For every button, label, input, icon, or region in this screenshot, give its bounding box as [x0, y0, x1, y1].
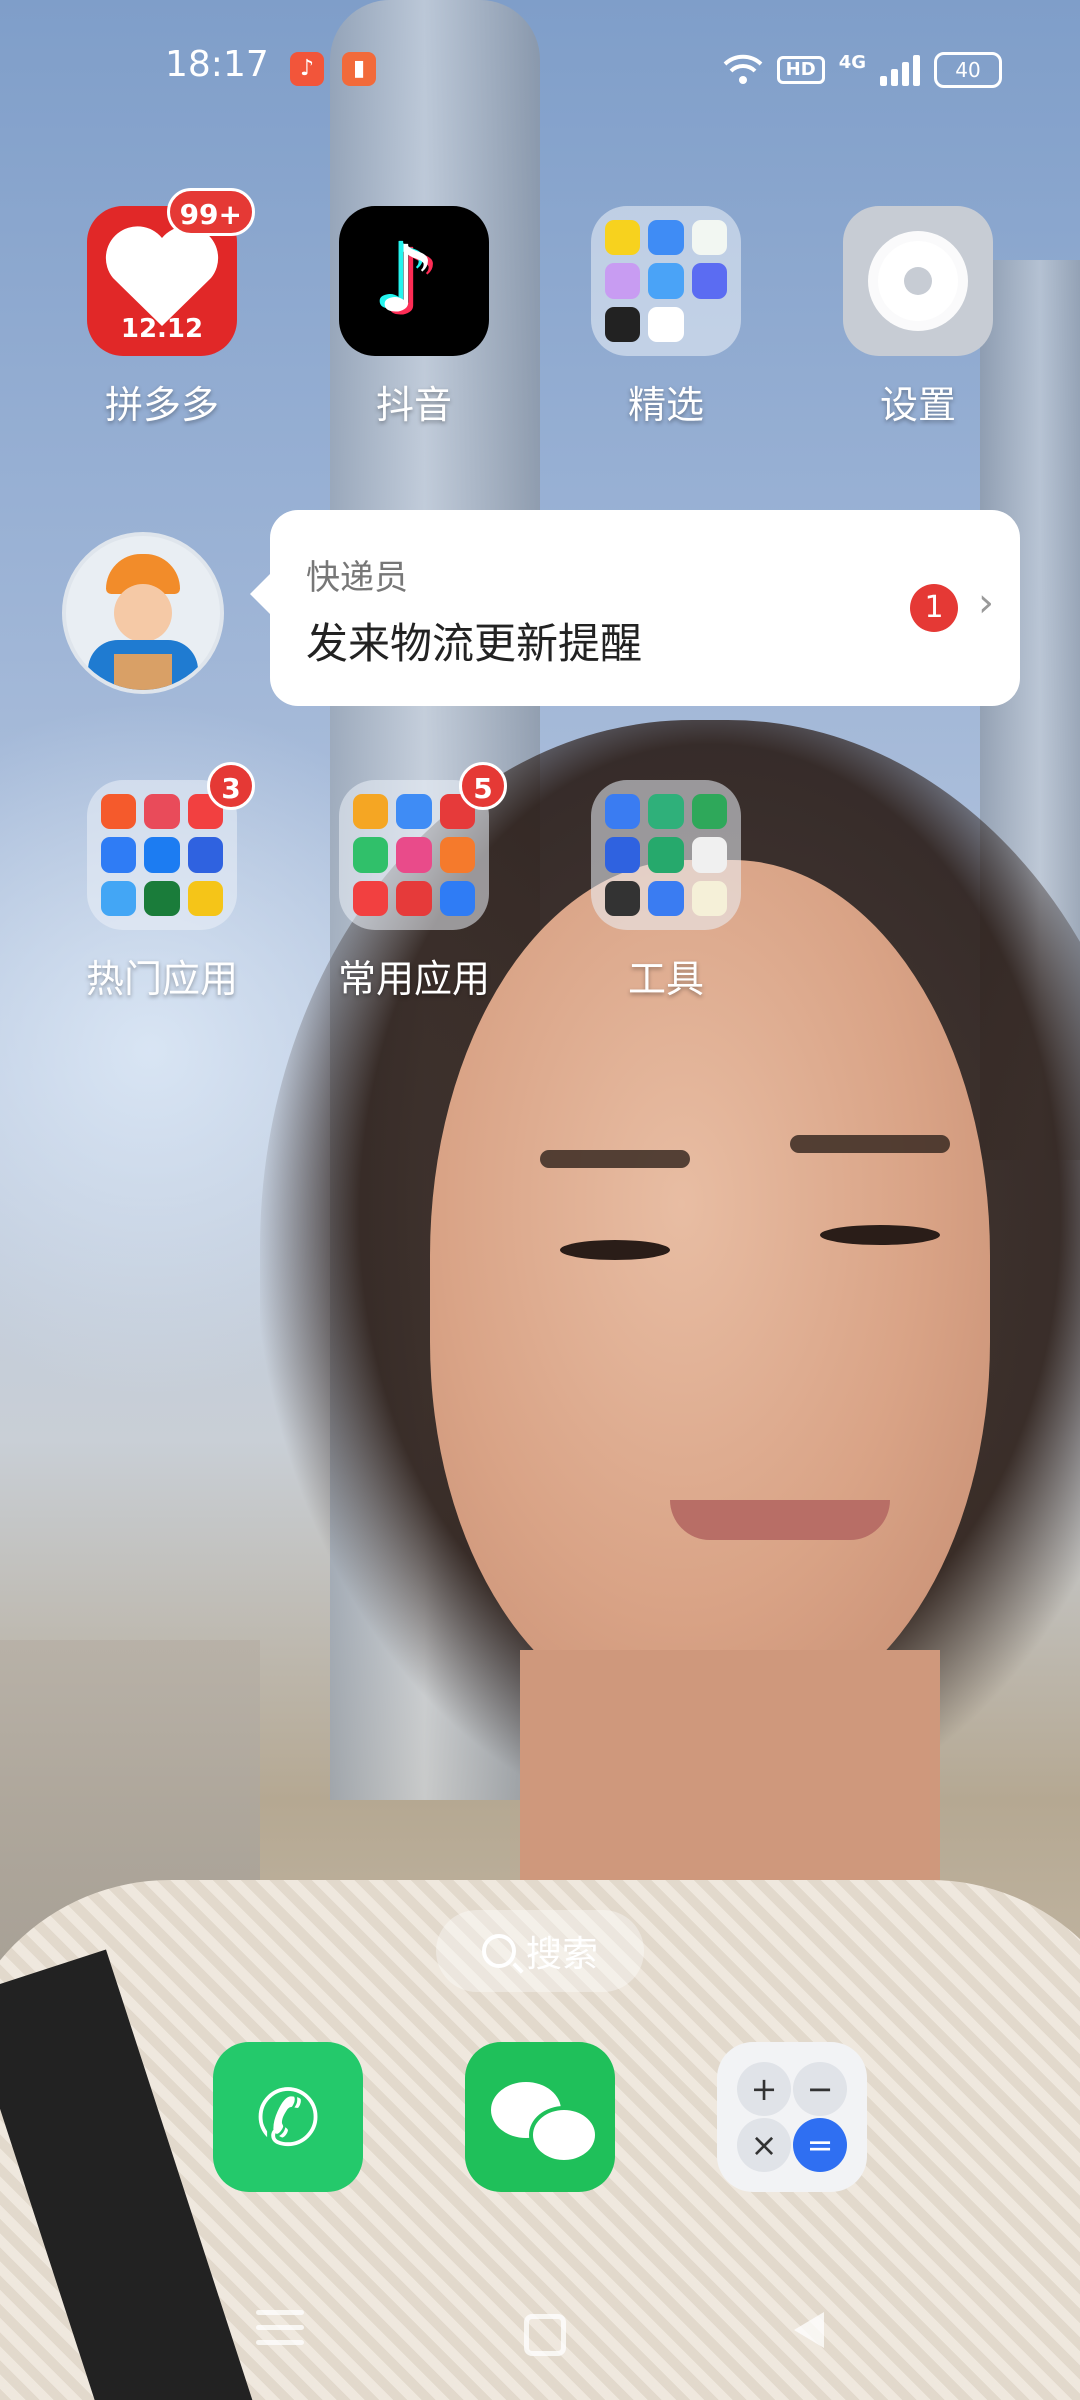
notification-badge: 99+ — [166, 188, 255, 236]
pinduoduo-promo-text: 12.12 — [120, 314, 204, 344]
gear-icon — [878, 241, 958, 321]
app-label: 常用应用 — [337, 957, 490, 1001]
app-pinduoduo[interactable]: 12.12 99+ 拼多多 — [52, 188, 272, 429]
app-label: 工具 — [627, 957, 704, 1001]
nav-back-button[interactable] — [778, 2300, 838, 2360]
app-settings[interactable]: 设置 — [808, 206, 1028, 429]
folder-common-apps[interactable]: 5 常用应用 — [304, 762, 524, 1003]
phone-icon: ✆ — [255, 2074, 321, 2164]
pinduoduo-icon: 12.12 99+ — [87, 188, 255, 356]
dock-wechat[interactable] — [465, 2042, 615, 2192]
folder-icon — [591, 780, 741, 930]
wallpaper-brow-right — [790, 1135, 950, 1153]
app-label: 拼多多 — [104, 383, 219, 427]
nav-home-button[interactable] — [510, 2300, 570, 2360]
wifi-icon — [723, 54, 763, 84]
notification-title: 快递员 — [306, 558, 408, 598]
notification-count-badge: 1 — [910, 584, 958, 632]
wallpaper-eye-right — [820, 1225, 940, 1245]
battery-indicator: 40 — [934, 52, 1002, 88]
app-label: 热门应用 — [85, 957, 238, 1001]
search-button[interactable]: 搜索 — [436, 1910, 644, 1992]
dock-calculator[interactable]: + − × = — [717, 2042, 867, 2192]
notification-message: 发来物流更新提醒 — [306, 619, 643, 668]
folder-icon — [591, 206, 741, 356]
notification-badge: 5 — [459, 762, 507, 810]
search-icon — [481, 1934, 516, 1968]
wallpaper-mouth — [670, 1500, 890, 1540]
folder-tools[interactable]: 工具 — [556, 780, 776, 1003]
folder-featured[interactable]: 精选 — [556, 206, 776, 429]
app-douyin[interactable]: ♪ 抖音 — [304, 206, 524, 429]
calc-key-equals: = — [793, 2118, 847, 2172]
book-notification-icon: ▮ — [342, 52, 376, 86]
wallpaper-brow-left — [540, 1150, 690, 1168]
signal-icon — [880, 54, 920, 86]
calc-key-minus: − — [793, 2062, 847, 2116]
notification-badge: 3 — [207, 762, 255, 810]
music-notification-icon: ♪ — [290, 52, 324, 86]
dock-phone[interactable]: ✆ — [213, 2042, 363, 2192]
courier-notification-card[interactable]: 快递员 发来物流更新提醒 1 › — [250, 510, 1020, 706]
nav-recents-button[interactable] — [250, 2300, 310, 2360]
status-bar: 18:17 ♪ ▮ HD 4G 40 — [0, 0, 1080, 140]
calc-key-plus: + — [737, 2062, 791, 2116]
network-type: 4G — [838, 52, 866, 73]
chevron-right-icon: › — [978, 580, 994, 626]
search-label: 搜索 — [525, 1934, 598, 1975]
app-label: 抖音 — [375, 383, 452, 427]
folder-popular-apps[interactable]: 3 热门应用 — [52, 762, 272, 1003]
folder-icon: 3 — [87, 762, 255, 930]
status-time: 18:17 — [165, 44, 269, 85]
app-label: 精选 — [627, 383, 704, 427]
app-label: 设置 — [879, 383, 956, 427]
wallpaper-eye-left — [560, 1240, 670, 1260]
calc-key-multiply: × — [737, 2118, 791, 2172]
folder-icon: 5 — [339, 762, 507, 930]
status-icons: HD 4G 40 — [723, 52, 1002, 88]
settings-icon — [843, 206, 993, 356]
hd-badge: HD — [776, 56, 825, 84]
courier-avatar[interactable] — [62, 532, 224, 694]
douyin-icon: ♪ — [339, 206, 489, 356]
